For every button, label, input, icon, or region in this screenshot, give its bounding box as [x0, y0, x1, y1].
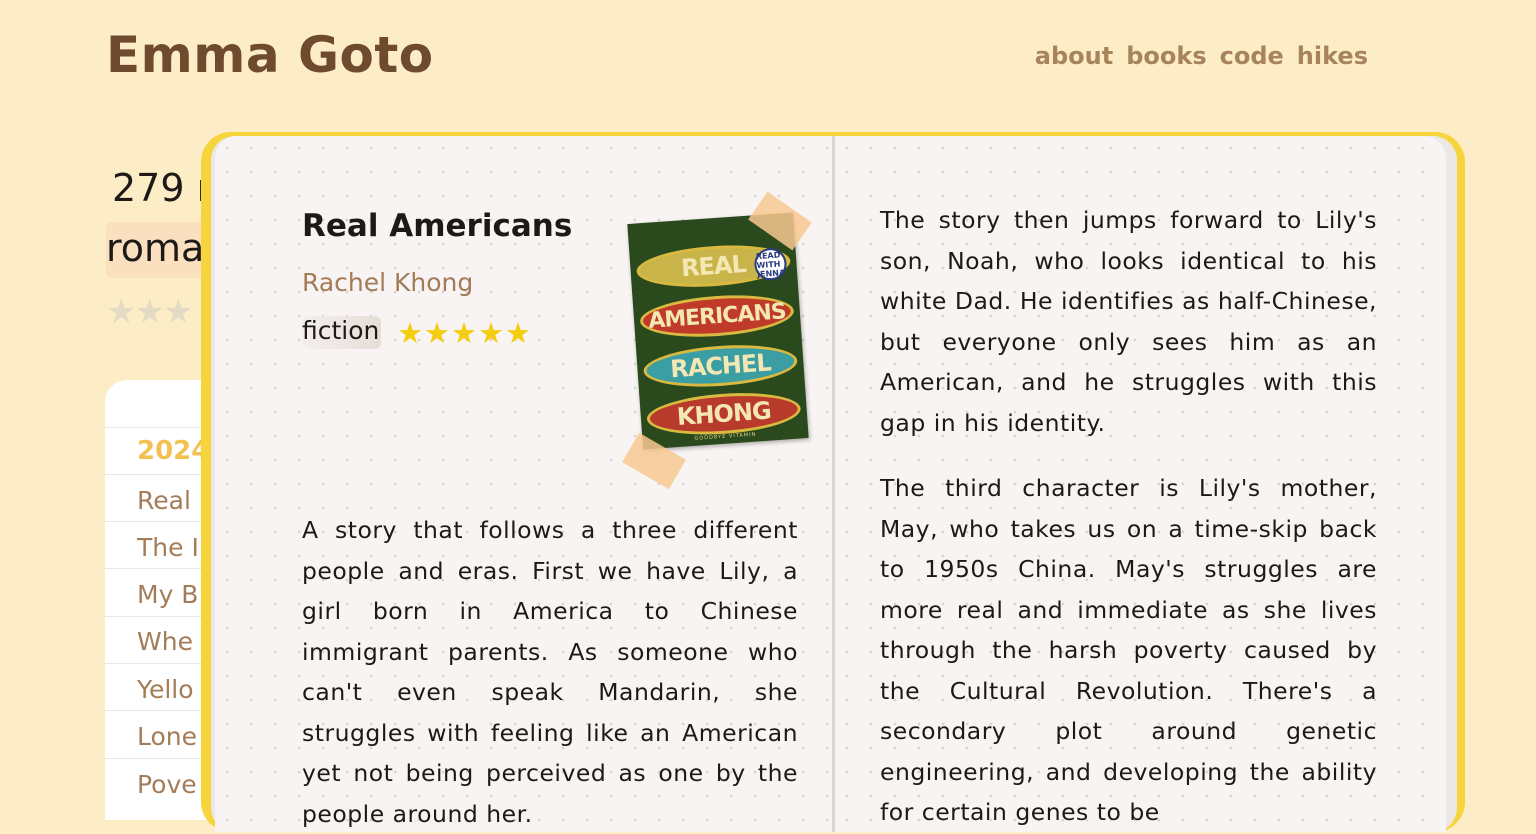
nav-code[interactable]: code	[1220, 42, 1284, 70]
nav-hikes[interactable]: hikes	[1297, 42, 1368, 70]
cover-badge: READ WITH JENNA	[753, 247, 788, 282]
genre-tag: fiction	[302, 316, 382, 349]
rating-stars: ★★★★★	[397, 316, 532, 350]
list-item[interactable]: Lone	[137, 722, 197, 751]
review-paragraph: The story then jumps forward to Lily's s…	[880, 206, 1377, 437]
nav-books[interactable]: books	[1126, 42, 1206, 70]
cover-line: AMERICANS	[638, 290, 796, 342]
book-review-notebook: Real Americans Rachel Khong fiction ★★★★…	[201, 132, 1465, 832]
books-read-count: 279 r	[112, 166, 213, 210]
book-title: Real Americans	[302, 208, 573, 244]
book-author: Rachel Khong	[302, 268, 474, 297]
list-item[interactable]: Real	[133, 486, 213, 518]
list-item[interactable]: Pove	[137, 770, 197, 799]
rating-filter-stars[interactable]: ★★★	[106, 292, 193, 332]
list-item[interactable]: The I	[137, 533, 199, 562]
review-paragraph: A story that follows a three different p…	[302, 516, 798, 828]
list-item[interactable]: My B	[137, 580, 198, 609]
right-page: The story then jumps forward to Lily's s…	[835, 136, 1446, 832]
book-cover-image: REAL AMERICANS RACHEL KHONG READ WITH JE…	[627, 212, 809, 450]
review-paragraph: The third character is Lily's mother, Ma…	[880, 474, 1377, 826]
site-title[interactable]: Emma Goto	[106, 26, 434, 84]
list-year-heading: 2024	[137, 436, 210, 466]
main-nav: about books code hikes	[1035, 42, 1368, 70]
list-item[interactable]: Yello	[137, 675, 194, 704]
left-page: Real Americans Rachel Khong fiction ★★★★…	[215, 136, 832, 832]
book-cover: REAL AMERICANS RACHEL KHONG READ WITH JE…	[622, 191, 813, 490]
list-item[interactable]: Whe	[137, 627, 193, 656]
nav-about[interactable]: about	[1035, 42, 1113, 70]
cover-line: RACHEL	[642, 340, 799, 392]
